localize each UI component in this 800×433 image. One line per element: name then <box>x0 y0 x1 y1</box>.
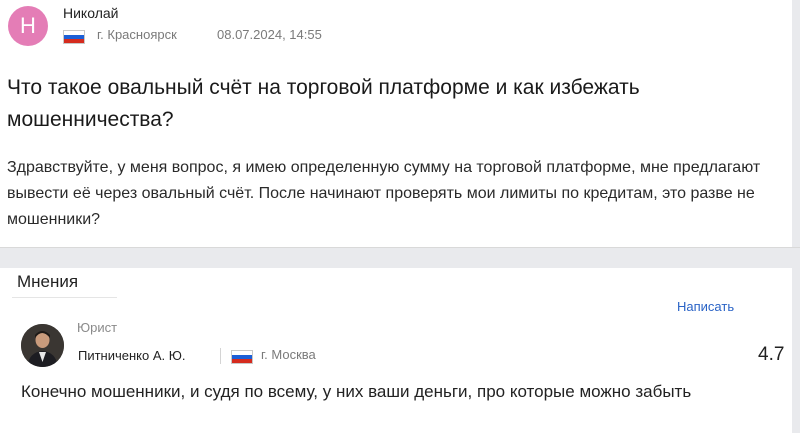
question-date: 08.07.2024, 14:55 <box>217 27 322 42</box>
author-city: г. Красноярск <box>97 27 177 42</box>
opinions-section: Мнения Написать Юрист Питниченко А. Ю. г… <box>0 268 792 433</box>
question-card: Н Николай г. Красноярск 08.07.2024, 14:5… <box>0 0 792 247</box>
meta-separator <box>220 348 221 364</box>
question-title: Что такое овальный счёт на торговой плат… <box>7 76 640 131</box>
lawyer-avatar[interactable] <box>21 324 64 367</box>
write-answer-link[interactable]: Написать <box>677 299 734 314</box>
lawyer-photo-icon <box>21 324 64 367</box>
russia-flag-icon <box>63 30 85 44</box>
answer-text: Конечно мошенники, и судя по всему, у ни… <box>21 382 692 401</box>
lawyer-city: г. Москва <box>261 347 316 362</box>
question-body: Здравствуйте, у меня вопрос, я имею опре… <box>7 159 761 228</box>
lawyer-rating: 4.7 <box>758 344 785 365</box>
russia-flag-icon <box>231 350 253 364</box>
answer-role: Юрист <box>77 320 118 335</box>
author-avatar[interactable]: Н <box>8 6 48 46</box>
section-divider <box>0 247 800 248</box>
tab-opinions[interactable]: Мнения <box>17 272 78 292</box>
lawyer-name[interactable]: Питниченко А. Ю. <box>78 348 186 363</box>
author-name[interactable]: Николай <box>63 5 118 21</box>
tab-underline <box>12 297 117 298</box>
